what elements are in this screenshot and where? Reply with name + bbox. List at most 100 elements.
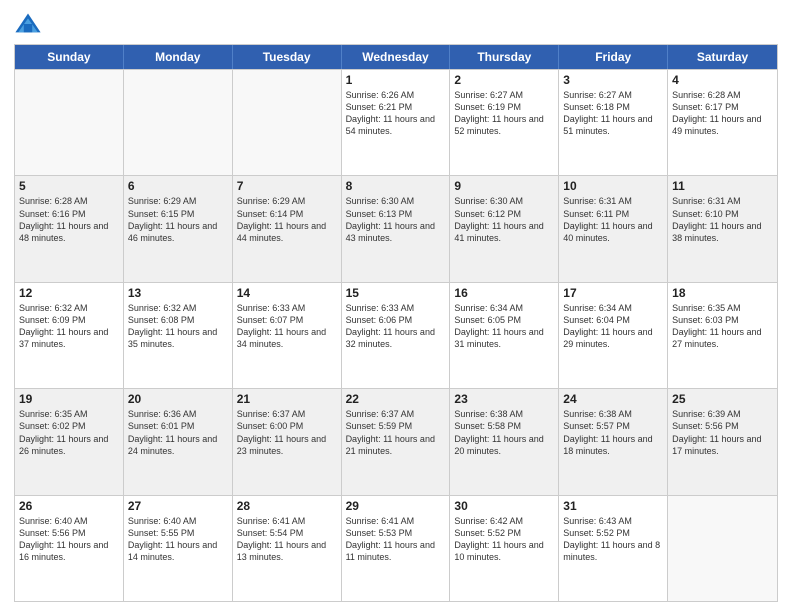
day-info: Sunrise: 6:28 AM Sunset: 6:17 PM Dayligh… <box>672 89 773 138</box>
header <box>14 10 778 38</box>
day-info: Sunrise: 6:35 AM Sunset: 6:03 PM Dayligh… <box>672 302 773 351</box>
cal-cell: 28 Sunrise: 6:41 AM Sunset: 5:54 PM Dayli… <box>233 496 342 601</box>
day-info: Sunrise: 6:32 AM Sunset: 6:08 PM Dayligh… <box>128 302 228 351</box>
calendar-row-1: 5 Sunrise: 6:28 AM Sunset: 6:16 PM Daylig… <box>15 175 777 281</box>
cal-cell: 30 Sunrise: 6:42 AM Sunset: 5:52 PM Dayli… <box>450 496 559 601</box>
day-number: 29 <box>346 499 446 513</box>
day-number: 4 <box>672 73 773 87</box>
day-info: Sunrise: 6:37 AM Sunset: 5:59 PM Dayligh… <box>346 408 446 457</box>
cal-cell <box>15 70 124 175</box>
day-info: Sunrise: 6:43 AM Sunset: 5:52 PM Dayligh… <box>563 515 663 564</box>
day-info: Sunrise: 6:38 AM Sunset: 5:58 PM Dayligh… <box>454 408 554 457</box>
cal-cell: 14 Sunrise: 6:33 AM Sunset: 6:07 PM Dayli… <box>233 283 342 388</box>
header-day-thursday: Thursday <box>450 45 559 69</box>
day-number: 22 <box>346 392 446 406</box>
day-info: Sunrise: 6:28 AM Sunset: 6:16 PM Dayligh… <box>19 195 119 244</box>
day-info: Sunrise: 6:33 AM Sunset: 6:07 PM Dayligh… <box>237 302 337 351</box>
day-info: Sunrise: 6:34 AM Sunset: 6:04 PM Dayligh… <box>563 302 663 351</box>
day-number: 9 <box>454 179 554 193</box>
day-number: 24 <box>563 392 663 406</box>
header-day-saturday: Saturday <box>668 45 777 69</box>
day-number: 2 <box>454 73 554 87</box>
page: SundayMondayTuesdayWednesdayThursdayFrid… <box>0 0 792 612</box>
day-number: 1 <box>346 73 446 87</box>
cal-cell: 21 Sunrise: 6:37 AM Sunset: 6:00 PM Dayli… <box>233 389 342 494</box>
day-info: Sunrise: 6:30 AM Sunset: 6:13 PM Dayligh… <box>346 195 446 244</box>
day-number: 12 <box>19 286 119 300</box>
day-info: Sunrise: 6:37 AM Sunset: 6:00 PM Dayligh… <box>237 408 337 457</box>
day-number: 5 <box>19 179 119 193</box>
cal-cell <box>124 70 233 175</box>
day-info: Sunrise: 6:30 AM Sunset: 6:12 PM Dayligh… <box>454 195 554 244</box>
day-number: 21 <box>237 392 337 406</box>
day-number: 28 <box>237 499 337 513</box>
cal-cell: 25 Sunrise: 6:39 AM Sunset: 5:56 PM Dayli… <box>668 389 777 494</box>
day-info: Sunrise: 6:41 AM Sunset: 5:54 PM Dayligh… <box>237 515 337 564</box>
header-day-tuesday: Tuesday <box>233 45 342 69</box>
cal-cell: 7 Sunrise: 6:29 AM Sunset: 6:14 PM Daylig… <box>233 176 342 281</box>
cal-cell: 29Sunrise: 6:41 AM Sunset: 5:53 PM Dayli… <box>342 496 451 601</box>
day-number: 25 <box>672 392 773 406</box>
cal-cell: 16 Sunrise: 6:34 AM Sunset: 6:05 PM Dayli… <box>450 283 559 388</box>
cal-cell: 2 Sunrise: 6:27 AM Sunset: 6:19 PM Daylig… <box>450 70 559 175</box>
cal-cell: 1 Sunrise: 6:26 AM Sunset: 6:21 PM Daylig… <box>342 70 451 175</box>
day-info: Sunrise: 6:38 AM Sunset: 5:57 PM Dayligh… <box>563 408 663 457</box>
cal-cell: 11 Sunrise: 6:31 AM Sunset: 6:10 PM Dayli… <box>668 176 777 281</box>
day-number: 10 <box>563 179 663 193</box>
header-day-friday: Friday <box>559 45 668 69</box>
day-info: Sunrise: 6:32 AM Sunset: 6:09 PM Dayligh… <box>19 302 119 351</box>
day-info: Sunrise: 6:31 AM Sunset: 6:11 PM Dayligh… <box>563 195 663 244</box>
cal-cell: 18Sunrise: 6:35 AM Sunset: 6:03 PM Dayli… <box>668 283 777 388</box>
day-info: Sunrise: 6:29 AM Sunset: 6:15 PM Dayligh… <box>128 195 228 244</box>
header-day-wednesday: Wednesday <box>342 45 451 69</box>
cal-cell: 4 Sunrise: 6:28 AM Sunset: 6:17 PM Daylig… <box>668 70 777 175</box>
cal-cell: 12 Sunrise: 6:32 AM Sunset: 6:09 PM Dayli… <box>15 283 124 388</box>
cal-cell: 24 Sunrise: 6:38 AM Sunset: 5:57 PM Dayli… <box>559 389 668 494</box>
day-info: Sunrise: 6:35 AM Sunset: 6:02 PM Dayligh… <box>19 408 119 457</box>
day-info: Sunrise: 6:27 AM Sunset: 6:19 PM Dayligh… <box>454 89 554 138</box>
cal-cell: 3 Sunrise: 6:27 AM Sunset: 6:18 PM Daylig… <box>559 70 668 175</box>
cal-cell: 27Sunrise: 6:40 AM Sunset: 5:55 PM Dayli… <box>124 496 233 601</box>
day-number: 11 <box>672 179 773 193</box>
day-number: 13 <box>128 286 228 300</box>
day-info: Sunrise: 6:39 AM Sunset: 5:56 PM Dayligh… <box>672 408 773 457</box>
day-info: Sunrise: 6:29 AM Sunset: 6:14 PM Dayligh… <box>237 195 337 244</box>
calendar-row-4: 26Sunrise: 6:40 AM Sunset: 5:56 PM Dayli… <box>15 495 777 601</box>
day-number: 23 <box>454 392 554 406</box>
day-info: Sunrise: 6:31 AM Sunset: 6:10 PM Dayligh… <box>672 195 773 244</box>
logo <box>14 10 46 38</box>
day-info: Sunrise: 6:26 AM Sunset: 6:21 PM Dayligh… <box>346 89 446 138</box>
day-info: Sunrise: 6:33 AM Sunset: 6:06 PM Dayligh… <box>346 302 446 351</box>
cal-cell: 13 Sunrise: 6:32 AM Sunset: 6:08 PM Dayli… <box>124 283 233 388</box>
cal-cell: 5 Sunrise: 6:28 AM Sunset: 6:16 PM Daylig… <box>15 176 124 281</box>
day-number: 26 <box>19 499 119 513</box>
cal-cell: 15Sunrise: 6:33 AM Sunset: 6:06 PM Dayli… <box>342 283 451 388</box>
calendar-row-3: 19 Sunrise: 6:35 AM Sunset: 6:02 PM Dayli… <box>15 388 777 494</box>
header-day-monday: Monday <box>124 45 233 69</box>
calendar-header: SundayMondayTuesdayWednesdayThursdayFrid… <box>15 45 777 69</box>
calendar: SundayMondayTuesdayWednesdayThursdayFrid… <box>14 44 778 602</box>
cal-cell: 19 Sunrise: 6:35 AM Sunset: 6:02 PM Dayli… <box>15 389 124 494</box>
day-number: 8 <box>346 179 446 193</box>
cal-cell: 20Sunrise: 6:36 AM Sunset: 6:01 PM Dayli… <box>124 389 233 494</box>
day-number: 27 <box>128 499 228 513</box>
day-number: 20 <box>128 392 228 406</box>
day-info: Sunrise: 6:27 AM Sunset: 6:18 PM Dayligh… <box>563 89 663 138</box>
calendar-row-2: 12 Sunrise: 6:32 AM Sunset: 6:09 PM Dayli… <box>15 282 777 388</box>
cal-cell: 17Sunrise: 6:34 AM Sunset: 6:04 PM Dayli… <box>559 283 668 388</box>
cal-cell: 26Sunrise: 6:40 AM Sunset: 5:56 PM Dayli… <box>15 496 124 601</box>
day-info: Sunrise: 6:42 AM Sunset: 5:52 PM Dayligh… <box>454 515 554 564</box>
day-number: 19 <box>19 392 119 406</box>
header-day-sunday: Sunday <box>15 45 124 69</box>
day-number: 14 <box>237 286 337 300</box>
logo-icon <box>14 10 42 38</box>
day-number: 7 <box>237 179 337 193</box>
day-number: 30 <box>454 499 554 513</box>
day-number: 3 <box>563 73 663 87</box>
day-number: 16 <box>454 286 554 300</box>
cal-cell <box>668 496 777 601</box>
day-info: Sunrise: 6:34 AM Sunset: 6:05 PM Dayligh… <box>454 302 554 351</box>
day-number: 31 <box>563 499 663 513</box>
cal-cell: 9 Sunrise: 6:30 AM Sunset: 6:12 PM Daylig… <box>450 176 559 281</box>
cal-cell: 31 Sunrise: 6:43 AM Sunset: 5:52 PM Dayli… <box>559 496 668 601</box>
